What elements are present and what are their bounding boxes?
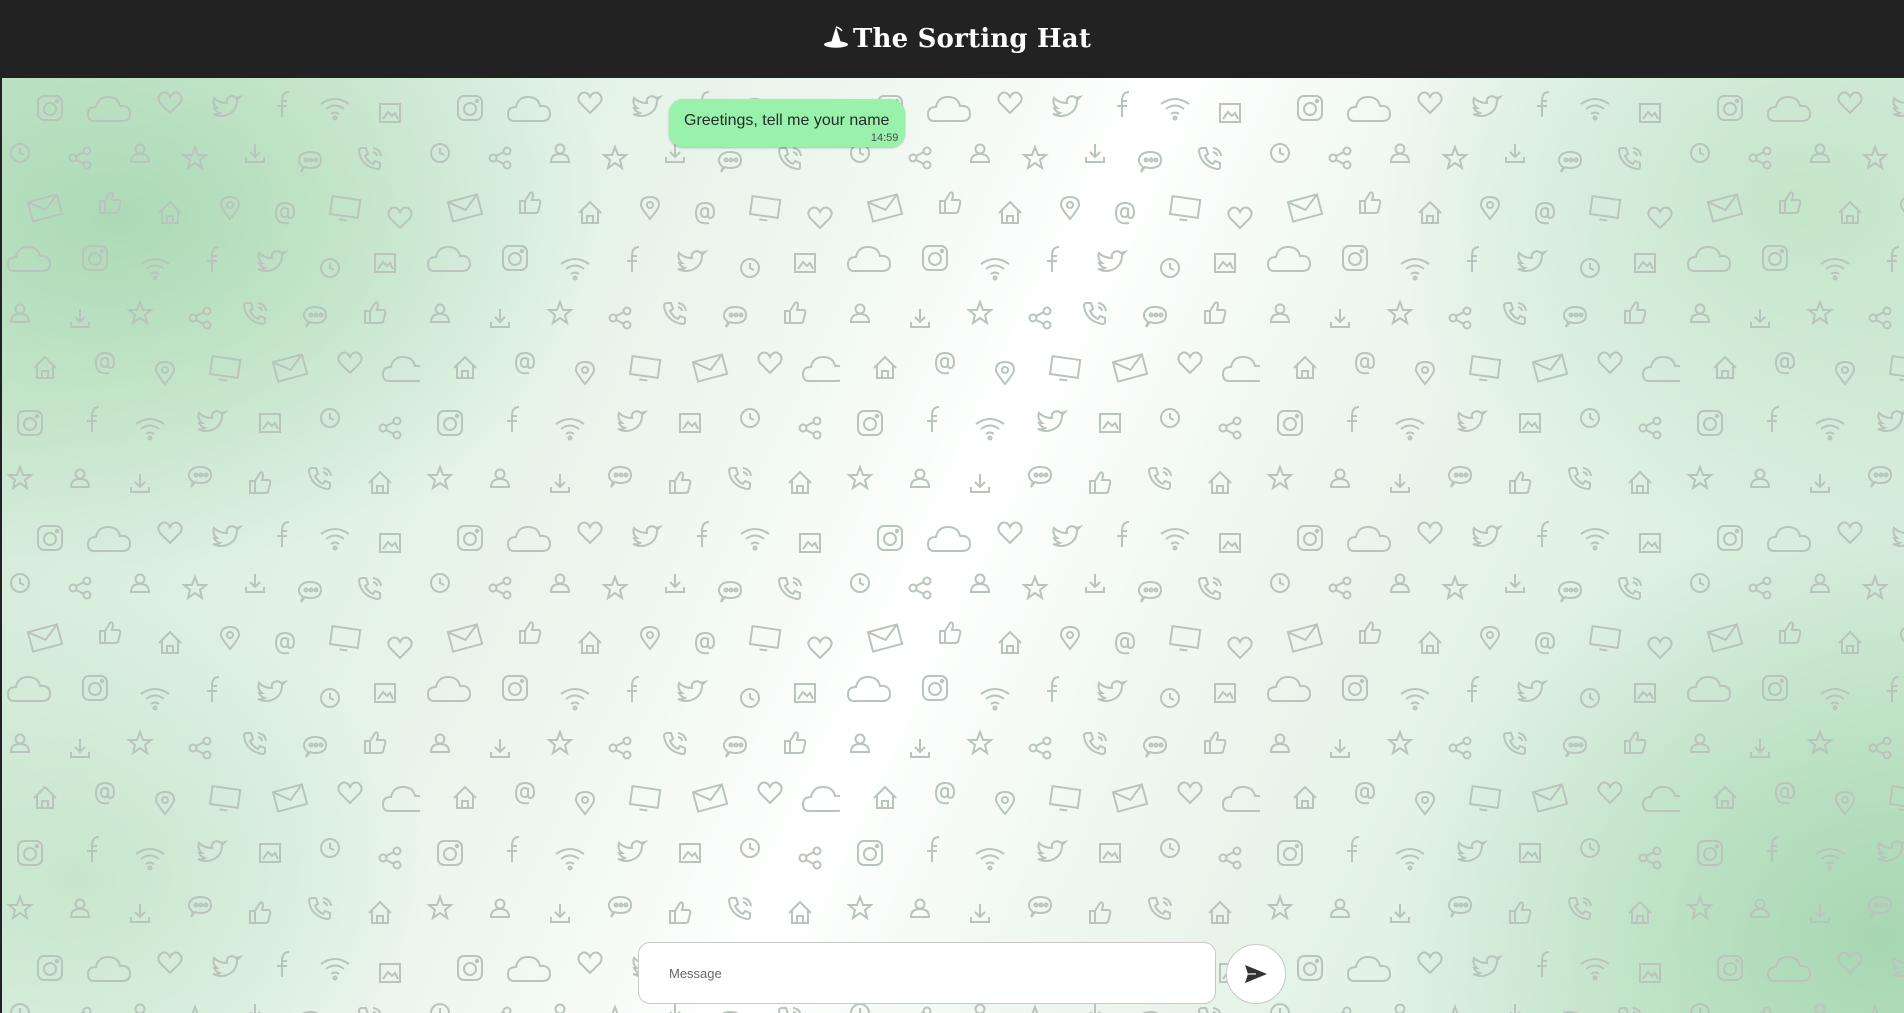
message-timestamp: 14:59 <box>870 132 899 144</box>
message-input[interactable] <box>667 964 1191 982</box>
send-arrow-icon <box>1244 964 1268 984</box>
chat-area[interactable]: Greetings, tell me your name 14:59 <box>0 78 1904 1013</box>
wizard-hat-icon <box>823 25 849 53</box>
app-header: The Sorting Hat <box>0 0 1904 78</box>
chat-app: The Sorting Hat Greetings, tell me your … <box>0 0 1904 1013</box>
window-edge <box>0 0 2 1013</box>
message-composer <box>638 942 1216 1004</box>
header-title-group: The Sorting Hat <box>823 24 1091 54</box>
send-button[interactable] <box>1226 944 1286 1004</box>
app-title: The Sorting Hat <box>852 24 1092 54</box>
bot-message-bubble: Greetings, tell me your name 14:59 <box>669 99 906 147</box>
message-text: Greetings, tell me your name <box>684 112 890 129</box>
background-pattern <box>0 78 1904 1013</box>
